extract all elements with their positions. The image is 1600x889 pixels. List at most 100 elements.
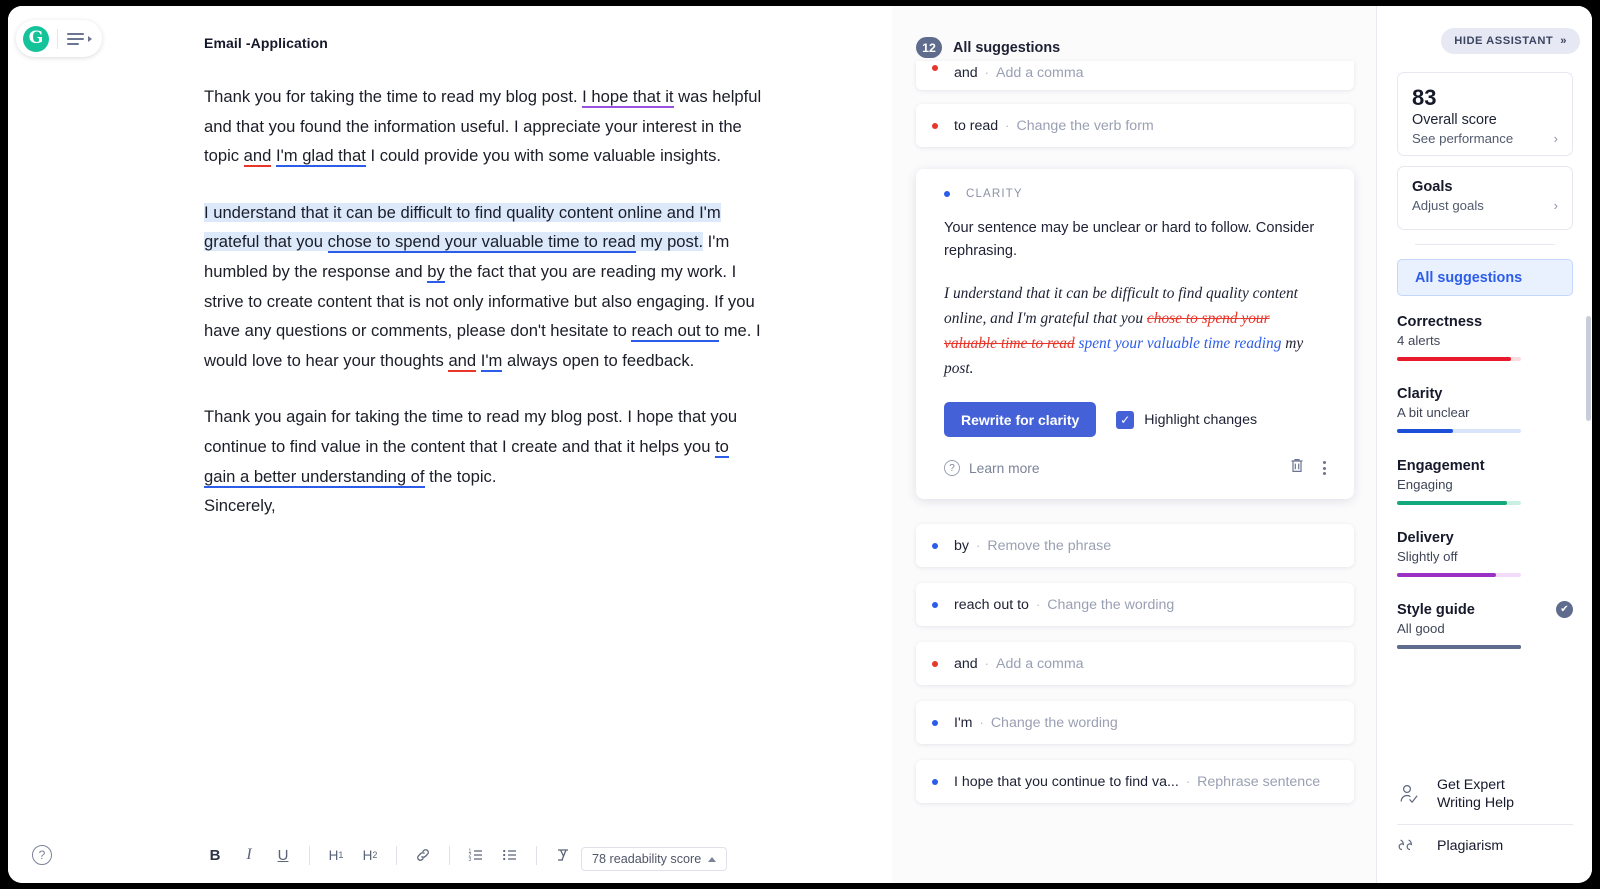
kebab-menu-icon[interactable] <box>1323 461 1326 475</box>
link-icon[interactable] <box>406 841 440 869</box>
metric-style-guide[interactable]: Style guide ✔ All good <box>1397 601 1573 649</box>
metric-engagement[interactable]: Engagement Engaging <box>1397 458 1573 505</box>
caret-up-icon <box>708 856 717 862</box>
suggestion-card[interactable]: by · Remove the phrase <box>916 524 1354 567</box>
metric-meter-fill <box>1397 357 1512 361</box>
highlight-to-gain[interactable]: to gain a better understanding of <box>204 436 729 488</box>
metric-meter-fill <box>1397 573 1497 577</box>
trash-icon[interactable] <box>1289 457 1305 479</box>
highlight-and-2[interactable]: and <box>448 350 477 372</box>
metric-correctness[interactable]: Correctness 4 alerts <box>1397 314 1573 361</box>
metric-value: 4 alerts <box>1397 333 1441 348</box>
ordered-list-icon[interactable]: 123 <box>459 841 493 869</box>
underline-button[interactable]: U <box>266 841 300 869</box>
hide-assistant-button[interactable]: HIDE ASSISTANT » <box>1441 28 1580 54</box>
suggestion-action: Rephrase sentence <box>1197 773 1321 790</box>
highlight-and[interactable]: and <box>243 146 272 168</box>
formatting-controls: B I U H1 H2 123 <box>198 841 580 869</box>
italic-button[interactable]: I <box>232 841 266 869</box>
adjust-goals-row[interactable]: Adjust goals › <box>1412 198 1558 213</box>
clarity-card-actions: Rewrite for clarity ✓ Highlight changes <box>944 402 1326 437</box>
clarity-card-header: CLARITY <box>944 187 1326 200</box>
suggestion-card[interactable]: I hope that you continue to find va... ·… <box>916 760 1354 803</box>
h1-label: H <box>328 847 339 863</box>
overall-score-value: 83 <box>1412 85 1437 110</box>
metric-name: Correctness <box>1397 314 1483 330</box>
metric-name: Style guide <box>1397 601 1475 618</box>
metric-clarity[interactable]: Clarity A bit unclear <box>1397 386 1573 433</box>
assistant-scrollbar[interactable] <box>1586 316 1591 421</box>
highlight-i-hope-that-it[interactable]: I hope that it <box>582 87 674 108</box>
suggestions-header: 12 All suggestions <box>916 37 1060 58</box>
toolbar-divider-2 <box>396 845 397 865</box>
clarity-preview-text: I understand that it can be difficult to… <box>944 281 1326 381</box>
plagiarism-button[interactable]: Plagiarism <box>1397 825 1573 867</box>
app-window: G Email -Application Thank you for takin… <box>8 6 1592 883</box>
tab-all-suggestions[interactable]: All suggestions <box>1397 259 1573 296</box>
highlight-by[interactable]: by <box>427 261 445 283</box>
metric-meter <box>1397 501 1521 505</box>
assistant-pane: HIDE ASSISTANT » 83 Overall score See pe… <box>1376 6 1592 883</box>
document-body[interactable]: Thank you for taking the time to read my… <box>204 82 764 521</box>
paragraph-1[interactable]: Thank you for taking the time to read my… <box>204 82 764 171</box>
metric-meter <box>1397 645 1521 649</box>
metric-name: Clarity <box>1397 386 1443 402</box>
grammarly-logo-icon[interactable]: G <box>23 25 49 52</box>
readability-score-button[interactable]: 78 readability score <box>581 847 728 871</box>
chevron-right-icon: › <box>1553 131 1558 147</box>
suggestion-target: by <box>954 537 969 554</box>
overall-score-card[interactable]: 83 Overall score See performance › <box>1397 72 1573 156</box>
heading1-button[interactable]: H1 <box>319 841 353 869</box>
learn-more-button[interactable]: ? Learn more <box>944 460 1040 476</box>
metric-delivery[interactable]: Delivery Slightly off <box>1397 530 1573 577</box>
get-expert-writing-help-button[interactable]: Get Expert Writing Help <box>1397 764 1573 824</box>
highlight-im-glad-that[interactable]: I'm glad that <box>275 146 366 168</box>
hide-assistant-label: HIDE ASSISTANT <box>1454 35 1554 47</box>
selected-sentence[interactable]: I understand that it can be difficult to… <box>204 202 721 254</box>
document-title[interactable]: Email -Application <box>204 35 328 51</box>
highlight-changes-toggle[interactable]: ✓ Highlight changes <box>1116 410 1258 429</box>
paragraph-2[interactable]: I understand that it can be difficult to… <box>204 198 764 376</box>
clear-formatting-icon[interactable] <box>546 841 580 869</box>
help-icon[interactable]: ? <box>32 845 52 865</box>
paragraph-3[interactable]: Thank you again for taking the time to r… <box>204 402 764 491</box>
highlight-im[interactable]: I'm <box>480 350 503 372</box>
assistant-footer: Get Expert Writing Help Plagiarism <box>1397 764 1573 867</box>
adjust-goals-link: Adjust goals <box>1412 198 1484 213</box>
bold-button[interactable]: B <box>198 841 232 869</box>
menu-button[interactable] <box>67 32 92 45</box>
suggestion-card[interactable]: and · Add a comma <box>916 61 1354 90</box>
checkbox-checked-icon[interactable]: ✓ <box>1116 410 1135 429</box>
h1-sub: 1 <box>338 850 344 860</box>
heading2-button[interactable]: H2 <box>353 841 387 869</box>
suggestion-card[interactable]: to read · Change the verb form <box>916 104 1354 147</box>
see-performance-row[interactable]: See performance › <box>1412 131 1558 146</box>
paragraph-4[interactable]: Sincerely, <box>204 491 764 521</box>
bullet-list-icon[interactable] <box>493 841 527 869</box>
goals-card[interactable]: Goals Adjust goals › <box>1397 166 1573 230</box>
see-performance-link: See performance <box>1412 131 1514 147</box>
chevron-double-right-icon: » <box>1560 35 1567 47</box>
metric-value: A bit unclear <box>1397 405 1470 420</box>
suggestion-card[interactable]: and · Add a comma <box>916 642 1354 685</box>
suggestion-action: Add a comma <box>996 65 1084 81</box>
highlight-chose-to-spend[interactable]: chose to spend your valuable time to rea… <box>327 232 636 254</box>
metric-value: All good <box>1397 621 1445 636</box>
logo-menu-pill[interactable]: G <box>16 20 102 57</box>
suggestion-card[interactable]: reach out to · Change the wording <box>916 583 1354 626</box>
clarity-suggestion-card[interactable]: CLARITY Your sentence may be unclear or … <box>916 169 1354 499</box>
suggestion-target: I'm <box>954 714 973 731</box>
metric-value: Engaging <box>1397 477 1453 492</box>
metric-meter <box>1397 429 1521 433</box>
suggestion-card-list: and · Add a comma to read · Change the v… <box>916 61 1354 817</box>
suggestion-action: Add a comma <box>996 655 1084 672</box>
severity-dot-icon <box>932 660 938 667</box>
suggestion-card[interactable]: I'm · Change the wording <box>916 701 1354 744</box>
suggestion-target: and <box>954 655 978 672</box>
rewrite-for-clarity-button[interactable]: Rewrite for clarity <box>944 402 1097 437</box>
highlight-changes-label: Highlight changes <box>1144 411 1258 428</box>
highlight-reach-out-to[interactable]: reach out to <box>631 321 720 343</box>
metric-value: Slightly off <box>1397 549 1458 564</box>
suggestion-target: I hope that you continue to find va... <box>954 773 1179 790</box>
question-mark-icon: ? <box>944 460 960 476</box>
